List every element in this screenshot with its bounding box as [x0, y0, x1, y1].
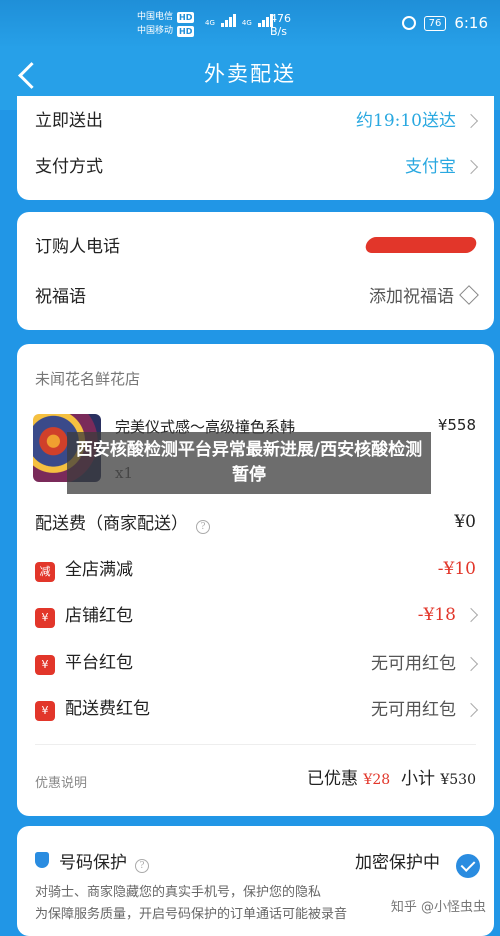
saved-value: ¥28 [363, 772, 391, 788]
status-right: 76 6:16 [401, 14, 488, 32]
privacy-card: 号码保护? 加密保护中 对骑士、商家隐藏您的真实手机号，保护您的隐私 为保障服务… [17, 826, 494, 936]
order-card: 未闻花名鲜花店 完美仪式感～高级撞色系韩 x1 ¥558 配送费（商家配送）? … [17, 344, 494, 816]
edit-icon [459, 285, 479, 305]
blessing-label: 祝福语 [35, 287, 86, 307]
delivery-fee-label: 配送费（商家配送） [35, 514, 188, 534]
network-speed: 476 B/s [270, 12, 291, 38]
net-type-1: 4G [205, 19, 215, 27]
delivery-fee-row: 配送费（商家配送）? ¥0 [35, 509, 476, 534]
chevron-right-icon [463, 656, 479, 672]
delivery-time-row[interactable]: 立即送出 约19:10送达 [35, 106, 479, 131]
clock: 6:16 [454, 14, 488, 32]
speed-unit: B/s [270, 25, 287, 38]
shop-coupon-row[interactable]: ¥ 店铺红包 -¥18 [35, 601, 479, 628]
subtotal-label: 小计 [400, 769, 435, 789]
shop-name[interactable]: 未闻花名鲜花店 [35, 368, 140, 389]
watermark: 知乎 @小怪虫虫 [390, 900, 486, 915]
delivery-card: 立即送出 约19:10送达 支付方式 支付宝 [17, 96, 494, 200]
chevron-right-icon [463, 113, 479, 129]
speed-value: 476 [270, 12, 291, 25]
chevron-right-icon [463, 159, 479, 175]
discount-note-link[interactable]: 优惠说明 [35, 772, 87, 791]
delivery-fee-value: ¥0 [454, 511, 476, 532]
blessing-value: 添加祝福语 [369, 287, 454, 307]
payment-value: 支付宝 [405, 157, 456, 177]
coupon-value: 无可用红包 [371, 654, 456, 674]
coupon-badge-icon: ¥ [35, 655, 55, 675]
net-type-2: 4G [241, 19, 252, 27]
chevron-right-icon [463, 607, 479, 622]
phone-label: 订购人电话 [35, 237, 120, 257]
subtotal-value: ¥530 [440, 772, 476, 788]
payment-row[interactable]: 支付方式 支付宝 [35, 152, 479, 177]
contact-card: 订购人电话 祝福语 添加祝福语 [17, 212, 494, 330]
battery-icon: 76 [423, 15, 447, 31]
discount-value: -¥10 [437, 558, 476, 579]
delivery-time-label: 立即送出 [35, 111, 103, 131]
product-price: ¥558 [437, 416, 476, 434]
coupon-label: 配送费红包 [65, 699, 150, 719]
divider [35, 744, 476, 745]
discount-label: 全店满减 [65, 560, 133, 580]
blessing-row[interactable]: 祝福语 添加祝福语 [35, 282, 479, 307]
phone-row[interactable]: 订购人电话 [35, 232, 479, 257]
privacy-status: 加密保护中 [355, 853, 440, 873]
coupon-badge-icon: ¥ [35, 608, 55, 628]
checkmark-icon[interactable] [456, 854, 480, 878]
headline-text: 西安核酸检测平台异常最新进展/西安核酸检测暂停 [75, 440, 423, 485]
redacted-phone [363, 236, 479, 253]
coupon-value: -¥18 [417, 604, 456, 625]
headline-overlay: 西安核酸检测平台异常最新进展/西安核酸检测暂停 [67, 432, 431, 494]
discount-badge-icon: 减 [35, 562, 55, 582]
privacy-title: 号码保护 [59, 853, 127, 873]
status-bar: 中国电信 HD 中国移动 HD 4G 4G 476 B/s 76 6:16 [0, 0, 500, 48]
discount-row: 减全店满减 -¥10 [35, 555, 476, 582]
coupon-value: 无可用红包 [371, 700, 456, 720]
saved-label: 已优惠 [307, 769, 358, 789]
coupon-label: 店铺红包 [65, 606, 133, 626]
alarm-icon [401, 16, 416, 30]
hd-badge-2: HD [177, 25, 195, 37]
payment-label: 支付方式 [35, 157, 103, 177]
coupon-badge-icon: ¥ [35, 701, 55, 721]
privacy-row: 号码保护? 加密保护中 [35, 848, 476, 873]
help-icon[interactable]: ? [135, 859, 149, 873]
carrier-2: 中国移动 [137, 26, 174, 36]
carrier-info: 中国电信 HD 中国移动 HD [137, 10, 195, 38]
carrier-1: 中国电信 [137, 12, 174, 22]
delivery-coupon-row[interactable]: ¥ 配送费红包 无可用红包 [35, 694, 479, 721]
delivery-time-value: 约19:10送达 [356, 111, 456, 131]
platform-coupon-row[interactable]: ¥ 平台红包 无可用红包 [35, 648, 479, 675]
signal-icon: 4G 4G [205, 14, 273, 27]
help-icon[interactable]: ? [196, 520, 210, 534]
coupon-label: 平台红包 [65, 653, 133, 673]
page-title: 外卖配送 [204, 62, 296, 86]
hd-badge: HD [177, 11, 195, 23]
order-summary: 已优惠 ¥28 小计 ¥530 [307, 764, 476, 789]
shield-icon [35, 852, 49, 868]
chevron-right-icon [463, 702, 479, 718]
